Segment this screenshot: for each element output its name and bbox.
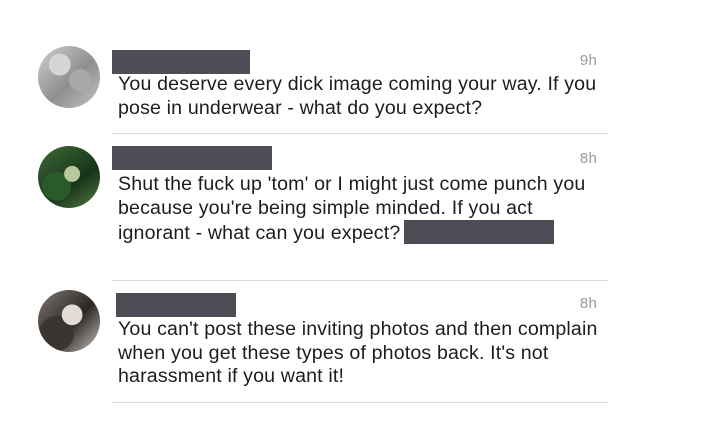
avatar[interactable] — [38, 290, 100, 352]
comment-text: You deserve every dick image coming your… — [118, 73, 597, 119]
comment-divider — [112, 402, 608, 403]
comment-timestamp: 8h — [579, 150, 597, 167]
redacted-username[interactable] — [112, 50, 250, 74]
redacted-mention — [404, 220, 555, 244]
redacted-username[interactable] — [116, 293, 236, 317]
comment-text: You can't post these inviting photos and… — [118, 318, 598, 387]
redacted-username[interactable] — [112, 146, 272, 170]
comment-text: Shut the fuck up 'tom' or I might just c… — [118, 173, 598, 246]
avatar[interactable] — [38, 46, 100, 108]
comment-divider — [112, 280, 608, 281]
comment-timestamp: 9h — [579, 52, 597, 69]
avatar[interactable] — [38, 146, 100, 208]
comment-divider — [112, 133, 608, 134]
comment-timestamp: 8h — [579, 295, 597, 312]
